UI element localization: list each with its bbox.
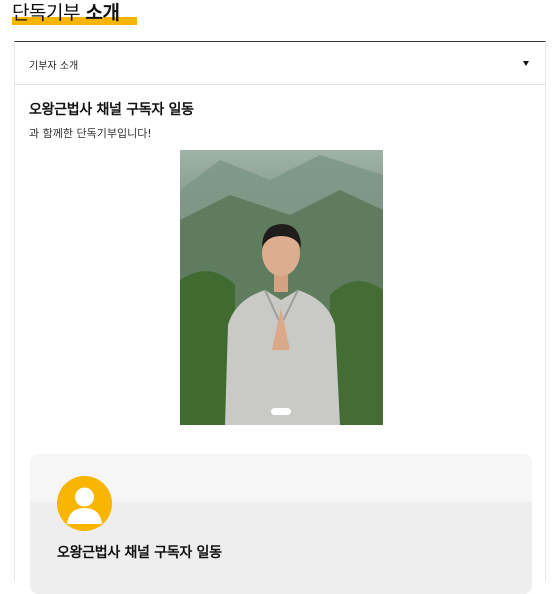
donor-profile-box: 오왕근법사 채널 구독자 일동 — [30, 454, 532, 594]
slider-indicator[interactable] — [271, 408, 291, 415]
donor-heading: 오왕근법사 채널 구독자 일동 — [29, 102, 194, 118]
section-title: 단독기부 소개 — [12, 0, 120, 26]
donor-subtext: 과 함께한 단독기부입니다! — [29, 127, 152, 140]
dropdown-selected-label: 기부자 소개 — [29, 61, 79, 72]
profile-name: 오왕근법사 채널 구독자 일동 — [57, 545, 222, 561]
caret-down-icon — [523, 61, 529, 66]
donor-photo-slider[interactable] — [180, 150, 383, 425]
donor-photo — [180, 155, 383, 425]
user-avatar-icon — [57, 476, 112, 531]
section-title-light: 단독기부 — [12, 2, 80, 24]
section-title-bold: 소개 — [85, 2, 120, 24]
donor-select-dropdown[interactable]: 기부자 소개 — [15, 42, 545, 85]
donation-intro-card: 기부자 소개 오왕근법사 채널 구독자 일동 과 함께한 단독기부입니다! 오왕… — [14, 41, 546, 594]
